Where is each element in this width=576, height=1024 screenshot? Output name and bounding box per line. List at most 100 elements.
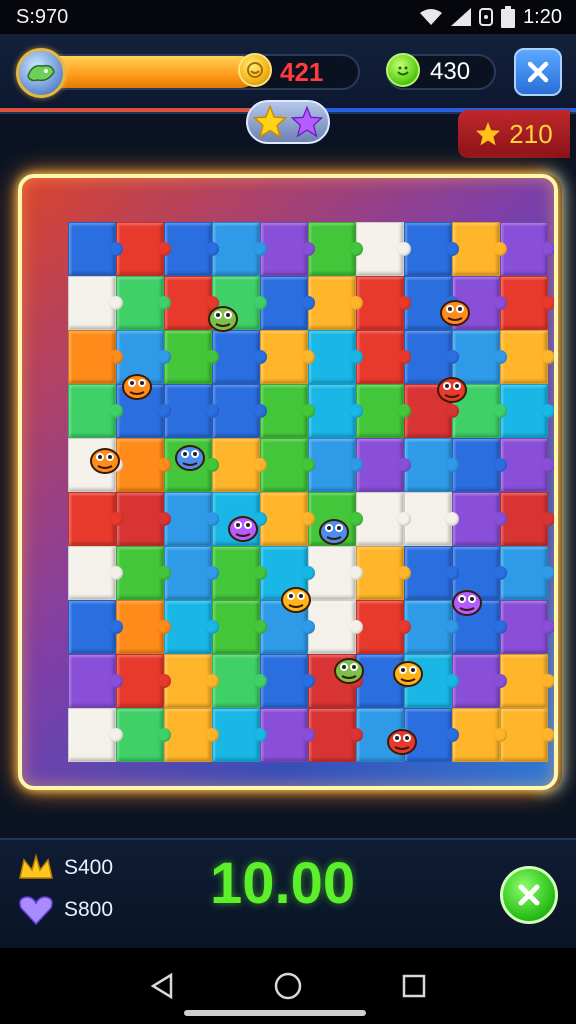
puzzle-piece[interactable] xyxy=(500,438,554,492)
puzzle-piece[interactable] xyxy=(164,384,219,438)
battery-icon xyxy=(501,6,516,28)
puzzle-piece[interactable] xyxy=(452,708,507,762)
puzzle-piece[interactable] xyxy=(68,600,123,654)
puzzle-piece[interactable] xyxy=(116,546,171,600)
puzzle-piece[interactable] xyxy=(260,222,315,276)
puzzle-piece[interactable] xyxy=(116,654,171,708)
puzzle-piece[interactable] xyxy=(500,330,554,384)
puzzle-piece[interactable] xyxy=(308,438,363,492)
close-button[interactable] xyxy=(514,48,562,96)
wifi-icon xyxy=(420,9,443,25)
creature-icon xyxy=(433,287,477,331)
back-icon[interactable] xyxy=(149,972,175,1000)
puzzle-piece[interactable] xyxy=(68,546,123,600)
puzzle-piece[interactable] xyxy=(500,222,554,276)
puzzle-piece[interactable] xyxy=(404,222,459,276)
puzzle-piece[interactable] xyxy=(356,384,411,438)
player-avatar[interactable] xyxy=(16,48,66,98)
puzzle-piece[interactable] xyxy=(404,492,459,546)
puzzle-piece[interactable] xyxy=(500,546,554,600)
puzzle-piece[interactable] xyxy=(212,600,267,654)
puzzle-piece[interactable] xyxy=(452,222,507,276)
puzzle-piece[interactable] xyxy=(68,708,123,762)
puzzle-piece[interactable] xyxy=(356,492,411,546)
puzzle-piece[interactable] xyxy=(212,330,267,384)
puzzle-piece[interactable] xyxy=(68,222,123,276)
stars-badge xyxy=(246,100,330,144)
creature-icon xyxy=(27,64,55,82)
creature-icon xyxy=(380,716,424,760)
gold-star-icon xyxy=(252,105,288,139)
puzzle-piece[interactable] xyxy=(260,276,315,330)
puzzle-piece[interactable] xyxy=(500,600,554,654)
puzzle-piece[interactable] xyxy=(212,438,267,492)
puzzle-piece[interactable] xyxy=(116,708,171,762)
puzzle-piece[interactable] xyxy=(260,384,315,438)
puzzle-pieces[interactable] xyxy=(68,222,554,762)
puzzle-piece[interactable] xyxy=(116,222,171,276)
recents-icon[interactable] xyxy=(401,973,427,999)
puzzle-piece[interactable] xyxy=(68,384,123,438)
heart-icon xyxy=(19,896,53,926)
puzzle-piece[interactable] xyxy=(308,276,363,330)
puzzle-piece[interactable] xyxy=(356,276,411,330)
puzzle-piece[interactable] xyxy=(212,546,267,600)
puzzle-piece[interactable] xyxy=(164,708,219,762)
puzzle-piece[interactable] xyxy=(356,222,411,276)
puzzle-piece[interactable] xyxy=(260,330,315,384)
puzzle-piece[interactable] xyxy=(68,654,123,708)
puzzle-piece[interactable] xyxy=(356,546,411,600)
puzzle-piece[interactable] xyxy=(404,438,459,492)
puzzle-piece[interactable] xyxy=(452,492,507,546)
puzzle-piece[interactable] xyxy=(500,384,554,438)
puzzle-piece[interactable] xyxy=(116,276,171,330)
puzzle-piece[interactable] xyxy=(68,330,123,384)
puzzle-piece[interactable] xyxy=(500,276,554,330)
resource-row-1: S400 xyxy=(18,854,113,882)
puzzle-piece[interactable] xyxy=(308,222,363,276)
puzzle-piece[interactable] xyxy=(500,654,554,708)
puzzle-piece[interactable] xyxy=(356,438,411,492)
puzzle-piece[interactable] xyxy=(116,492,171,546)
crown-icon xyxy=(19,854,53,879)
puzzle-piece[interactable] xyxy=(260,492,315,546)
puzzle-piece[interactable] xyxy=(452,438,507,492)
puzzle-piece[interactable] xyxy=(164,654,219,708)
puzzle-piece[interactable] xyxy=(308,384,363,438)
purple-star-icon xyxy=(290,106,324,138)
close-icon xyxy=(527,61,549,83)
creature-icon xyxy=(83,435,127,479)
confirm-button[interactable] xyxy=(500,866,558,924)
puzzle-piece[interactable] xyxy=(68,492,123,546)
puzzle-piece[interactable] xyxy=(164,330,219,384)
puzzle-piece[interactable] xyxy=(212,222,267,276)
close-icon xyxy=(518,884,540,906)
puzzle-piece[interactable] xyxy=(164,600,219,654)
puzzle-piece[interactable] xyxy=(308,708,363,762)
puzzle-piece[interactable] xyxy=(452,654,507,708)
puzzle-piece[interactable] xyxy=(260,708,315,762)
puzzle-piece[interactable] xyxy=(500,492,554,546)
home-icon[interactable] xyxy=(273,971,303,1001)
puzzle-piece[interactable] xyxy=(500,708,554,762)
puzzle-piece[interactable] xyxy=(116,600,171,654)
puzzle-piece[interactable] xyxy=(164,546,219,600)
gesture-handle[interactable] xyxy=(184,1010,366,1016)
status-time-left: S:970 xyxy=(16,5,69,28)
puzzle-piece[interactable] xyxy=(212,708,267,762)
puzzle-piece[interactable] xyxy=(164,492,219,546)
status-time-right: 1:20 xyxy=(523,5,562,28)
puzzle-piece[interactable] xyxy=(212,384,267,438)
star-score-badge: 210 xyxy=(458,110,570,158)
puzzle-board[interactable] xyxy=(18,174,558,790)
gold-coin-icon xyxy=(238,53,272,87)
puzzle-piece[interactable] xyxy=(356,330,411,384)
puzzle-piece[interactable] xyxy=(308,330,363,384)
puzzle-piece[interactable] xyxy=(68,276,123,330)
score-value: 421 xyxy=(280,57,324,87)
puzzle-piece[interactable] xyxy=(164,222,219,276)
puzzle-piece[interactable] xyxy=(260,654,315,708)
puzzle-piece[interactable] xyxy=(212,654,267,708)
resource-value-1: S400 xyxy=(64,856,114,879)
puzzle-piece[interactable] xyxy=(260,438,315,492)
